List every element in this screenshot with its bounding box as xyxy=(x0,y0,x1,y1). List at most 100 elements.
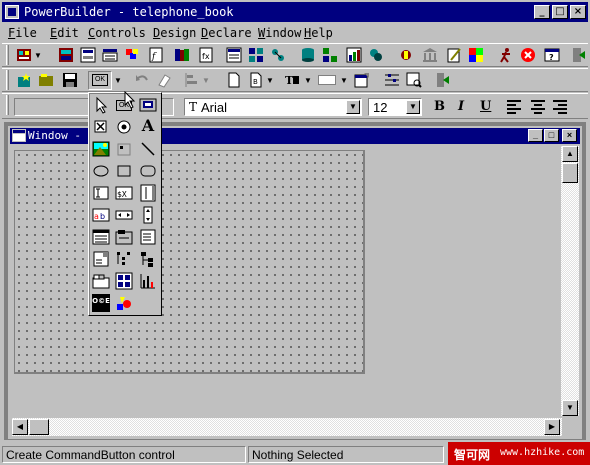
horizontal-scrollbar[interactable] xyxy=(12,418,562,436)
menu-window[interactable]: Window xyxy=(258,26,301,40)
scroll-right-button[interactable]: ▶ xyxy=(544,419,560,435)
tree-icon[interactable] xyxy=(139,250,157,268)
database-profile-icon[interactable] xyxy=(346,47,362,63)
toolbar-grip[interactable] xyxy=(6,45,9,65)
window-icon[interactable] xyxy=(12,129,26,142)
checkbox-icon[interactable] xyxy=(92,118,110,136)
vscrollbar-icon[interactable] xyxy=(139,206,157,224)
app-title-bar[interactable]: PowerBuilder - telephone_book _ □ × xyxy=(2,2,588,22)
picturebutton-icon[interactable] xyxy=(139,96,157,114)
chevron-down-icon[interactable]: ▼ xyxy=(304,76,312,85)
richtextedit-icon[interactable]: ab xyxy=(92,206,110,224)
font-size-select[interactable]: 12 ▼ xyxy=(368,98,422,116)
picture-icon[interactable] xyxy=(92,140,110,158)
exit-icon[interactable] xyxy=(570,47,586,63)
app-icon[interactable] xyxy=(5,5,19,19)
new-icon[interactable] xyxy=(16,72,32,88)
user-object-painter-icon[interactable] xyxy=(80,47,96,63)
scroll-left-button[interactable]: ◀ xyxy=(12,419,28,435)
roundrectangle-icon[interactable] xyxy=(139,162,157,180)
grid-settings-icon[interactable] xyxy=(384,72,400,88)
align-left-icon[interactable] xyxy=(506,99,522,115)
listview-icon[interactable] xyxy=(115,272,133,290)
menu-declare[interactable]: Declare xyxy=(201,26,252,40)
project-painter-icon[interactable] xyxy=(270,47,286,63)
statictext-icon[interactable]: A xyxy=(139,117,157,135)
scroll-down-button[interactable]: ▼ xyxy=(562,400,578,416)
bold-button[interactable]: B xyxy=(434,99,445,114)
child-close-button[interactable]: × xyxy=(562,129,577,142)
datawindow-icon[interactable] xyxy=(92,228,110,246)
groupbox-icon[interactable] xyxy=(115,228,133,246)
chevron-down-icon[interactable]: ▼ xyxy=(34,51,42,60)
font-select[interactable]: T Arial ▼ xyxy=(184,98,362,116)
chevron-down-icon[interactable]: ▼ xyxy=(406,100,420,114)
eraser-icon[interactable] xyxy=(156,72,172,88)
commandbutton-toolbar-button[interactable]: OK xyxy=(88,71,112,90)
stop-icon[interactable] xyxy=(520,47,536,63)
menu-painter-icon[interactable] xyxy=(102,47,118,63)
debug-icon[interactable] xyxy=(498,47,514,63)
help-icon[interactable]: ? xyxy=(544,47,560,63)
pipeline-icon[interactable]: fx xyxy=(198,47,214,63)
chevron-down-icon[interactable]: ▼ xyxy=(202,76,210,85)
application-icon[interactable] xyxy=(16,47,32,63)
edit-script-icon[interactable] xyxy=(446,47,462,63)
align-center-icon[interactable] xyxy=(530,99,546,115)
underline-button[interactable]: U xyxy=(480,99,491,114)
user-object-icon[interactable] xyxy=(115,140,133,158)
chevron-down-icon[interactable]: ▼ xyxy=(266,76,274,85)
maximize-button[interactable]: □ xyxy=(552,5,568,19)
treeview-icon[interactable] xyxy=(115,250,133,268)
ole-palette-item[interactable]: O©E xyxy=(92,294,110,312)
browser-icon[interactable] xyxy=(468,47,484,63)
minimize-button[interactable]: _ xyxy=(534,5,550,19)
oval-icon[interactable] xyxy=(92,162,110,180)
italic-button[interactable]: I xyxy=(458,99,464,114)
multilineedit-icon[interactable] xyxy=(139,184,157,202)
datawindow-painter-icon[interactable] xyxy=(226,47,242,63)
scroll-up-button[interactable]: ▲ xyxy=(562,146,578,162)
toolbar-grip[interactable] xyxy=(6,70,9,90)
new-object-icon[interactable] xyxy=(226,72,242,88)
save-icon[interactable] xyxy=(62,72,78,88)
data-pipeline-icon[interactable] xyxy=(368,47,384,63)
window-painter-icon[interactable] xyxy=(58,47,74,63)
vertical-scrollbar[interactable] xyxy=(561,146,579,416)
pointer-icon[interactable] xyxy=(92,96,110,114)
singlelineedit-icon[interactable] xyxy=(92,184,110,202)
close-painter-icon[interactable] xyxy=(434,72,450,88)
chevron-down-icon[interactable]: ▼ xyxy=(346,100,360,114)
library-icon[interactable] xyxy=(174,47,190,63)
chevron-down-icon[interactable]: ▼ xyxy=(340,76,348,85)
function-painter-icon[interactable]: f xyxy=(148,47,164,63)
library-painter-icon[interactable] xyxy=(422,47,438,63)
listbox-icon[interactable] xyxy=(139,228,157,246)
radiobutton-icon[interactable] xyxy=(115,118,133,136)
vertical-scroll-thumb[interactable] xyxy=(562,163,578,183)
tab-order-icon[interactable]: B xyxy=(248,72,264,88)
background-color-swatch[interactable] xyxy=(318,75,336,85)
toolbar-grip[interactable] xyxy=(6,95,9,115)
undo-icon[interactable] xyxy=(134,72,150,88)
database-icon[interactable] xyxy=(300,47,316,63)
text-style-icon[interactable]: T xyxy=(284,72,300,88)
chevron-down-icon[interactable]: ▼ xyxy=(114,76,122,85)
dropdownlistbox-icon[interactable] xyxy=(92,250,110,268)
line-icon[interactable] xyxy=(139,140,157,158)
child-maximize-button[interactable]: □ xyxy=(544,129,559,142)
close-button[interactable]: × xyxy=(570,5,586,19)
rectangle-icon[interactable] xyxy=(115,162,133,180)
menu-help[interactable]: Help xyxy=(304,26,333,40)
horizontal-scroll-thumb[interactable] xyxy=(29,419,49,435)
child-minimize-button[interactable]: _ xyxy=(528,129,543,142)
graph-icon[interactable] xyxy=(139,272,157,290)
shapes-icon[interactable] xyxy=(115,294,133,312)
menu-controls[interactable]: Controls xyxy=(88,26,146,40)
menu-edit[interactable]: Edit xyxy=(50,26,79,40)
hscrollbar-icon[interactable] xyxy=(115,206,133,224)
table-icon[interactable] xyxy=(322,47,338,63)
menu-file[interactable]: File xyxy=(8,26,37,40)
align-icon[interactable] xyxy=(184,72,200,88)
tab-icon[interactable] xyxy=(92,272,110,290)
